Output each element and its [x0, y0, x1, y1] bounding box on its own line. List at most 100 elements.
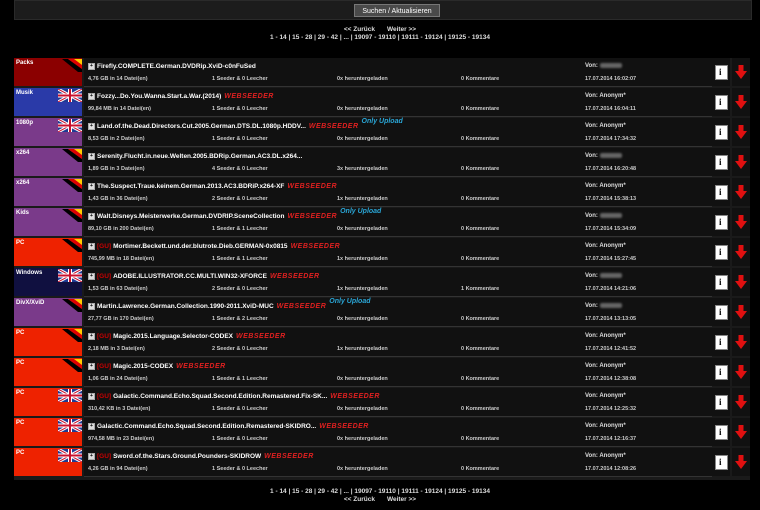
next-link[interactable]: Weiter >> — [387, 496, 416, 503]
comment-count[interactable]: 0 Kommentare — [461, 436, 499, 442]
category-icon[interactable]: Musik — [14, 87, 83, 116]
info-icon[interactable] — [715, 275, 728, 290]
expand-icon[interactable]: + — [88, 153, 95, 160]
info-icon[interactable] — [715, 155, 728, 170]
category-icon[interactable]: DivX/XviD — [14, 298, 82, 326]
info-icon[interactable] — [715, 185, 728, 200]
page-link[interactable]: 19097 - 19110 — [354, 34, 396, 41]
page-link[interactable]: 1 - 14 — [270, 34, 287, 41]
download-arrow-icon[interactable] — [735, 185, 747, 199]
category-icon[interactable]: PC — [14, 328, 82, 356]
category-icon[interactable]: Packs — [14, 58, 82, 86]
torrent-title-link[interactable]: Sword.of.the.Stars.Ground.Pounders-SKIDR… — [113, 453, 261, 460]
download-arrow-icon[interactable] — [735, 155, 747, 169]
expand-icon[interactable]: + — [88, 183, 95, 190]
category-icon[interactable]: x264 — [14, 178, 82, 206]
download-arrow-icon[interactable] — [735, 95, 747, 109]
comment-count[interactable]: 1 Kommentare — [461, 286, 499, 292]
category-icon[interactable]: PC — [14, 417, 83, 446]
torrent-title-link[interactable]: Galactic.Command.Echo.Squad.Second.Editi… — [97, 423, 316, 430]
download-arrow-icon[interactable] — [735, 365, 747, 379]
comment-count[interactable]: 0 Kommentare — [461, 346, 499, 352]
category-icon[interactable]: PC — [14, 447, 83, 476]
category-icon[interactable]: 1080p — [14, 117, 83, 146]
page-link[interactable]: 29 - 42 — [318, 488, 338, 495]
comment-count[interactable]: 0 Kommentare — [461, 316, 499, 322]
comment-count[interactable]: 0 Kommentare — [461, 226, 499, 232]
comment-count[interactable]: 0 Kommentare — [461, 76, 499, 82]
expand-icon[interactable]: + — [88, 363, 95, 370]
expand-icon[interactable]: + — [88, 333, 95, 340]
torrent-title-link[interactable]: Galactic.Command.Echo.Squad.Second.Editi… — [113, 393, 327, 400]
category-icon[interactable]: Windows — [14, 267, 83, 296]
torrent-title-link[interactable]: Serenity.Flucht.in.neue.Welten.2005.BDRi… — [97, 153, 302, 160]
page-link[interactable]: 19125 - 19134 — [448, 488, 490, 495]
page-link[interactable]: 19111 - 19124 — [401, 488, 442, 495]
page-link[interactable]: 29 - 42 — [318, 34, 338, 41]
download-arrow-icon[interactable] — [735, 245, 747, 259]
info-icon[interactable] — [715, 365, 728, 380]
search-refresh-button[interactable]: Suchen / Aktualisieren — [354, 4, 440, 17]
torrent-title-link[interactable]: ADOBE.ILLUSTRATOR.CC.MULTI.WIN32-XFORCE — [113, 273, 267, 280]
category-icon[interactable]: x264 — [14, 148, 82, 176]
download-arrow-icon[interactable] — [735, 65, 747, 79]
info-icon[interactable] — [715, 455, 728, 470]
expand-icon[interactable]: + — [88, 273, 95, 280]
page-link[interactable]: 15 - 28 — [292, 488, 312, 495]
download-arrow-icon[interactable] — [735, 455, 747, 469]
prev-link[interactable]: << Zurück — [344, 26, 375, 33]
torrent-title-link[interactable]: Magic.2015-CODEX — [113, 363, 173, 370]
info-icon[interactable] — [715, 305, 728, 320]
prev-link[interactable]: << Zurück — [344, 496, 375, 503]
info-icon[interactable] — [715, 215, 728, 230]
expand-icon[interactable]: + — [88, 123, 95, 130]
expand-icon[interactable]: + — [88, 213, 95, 220]
info-icon[interactable] — [715, 335, 728, 350]
info-icon[interactable] — [715, 395, 728, 410]
info-icon[interactable] — [715, 125, 728, 140]
next-link[interactable]: Weiter >> — [387, 26, 416, 33]
category-icon[interactable]: PC — [14, 358, 82, 386]
comment-count[interactable]: 0 Kommentare — [461, 196, 499, 202]
expand-icon[interactable]: + — [88, 393, 95, 400]
torrent-title-link[interactable]: Firefly.COMPLETE.German.DVDRip.XviD-c0nF… — [97, 63, 256, 70]
page-link[interactable]: 15 - 28 — [292, 34, 312, 41]
expand-icon[interactable]: + — [88, 243, 95, 250]
comment-count[interactable]: 0 Kommentare — [461, 106, 499, 112]
comment-count[interactable]: 0 Kommentare — [461, 166, 499, 172]
comment-count[interactable]: 0 Kommentare — [461, 376, 499, 382]
category-icon[interactable]: PC — [14, 238, 82, 266]
torrent-title-link[interactable]: Land.of.the.Dead.Directors.Cut.2005.Germ… — [97, 123, 306, 130]
comment-count[interactable]: 0 Kommentare — [461, 466, 499, 472]
comment-count[interactable]: 0 Kommentare — [461, 256, 499, 262]
torrent-title-link[interactable]: The.Suspect.Traue.keinem.German.2013.AC3… — [97, 183, 284, 190]
category-icon[interactable]: Kids — [14, 208, 82, 236]
expand-icon[interactable]: + — [88, 93, 95, 100]
expand-icon[interactable]: + — [88, 453, 95, 460]
download-arrow-icon[interactable] — [735, 305, 747, 319]
page-link[interactable]: 19111 - 19124 — [401, 34, 442, 41]
comment-count[interactable]: 0 Kommentare — [461, 136, 499, 142]
download-arrow-icon[interactable] — [735, 395, 747, 409]
info-icon[interactable] — [715, 245, 728, 260]
info-icon[interactable] — [715, 425, 728, 440]
info-icon[interactable] — [715, 95, 728, 110]
page-link[interactable]: 1 - 14 — [270, 488, 287, 495]
download-arrow-icon[interactable] — [735, 335, 747, 349]
expand-icon[interactable]: + — [88, 423, 95, 430]
download-arrow-icon[interactable] — [735, 125, 747, 139]
category-icon[interactable]: PC — [14, 387, 83, 416]
torrent-title-link[interactable]: Martin.Lawrence.German.Collection.1990-2… — [97, 303, 274, 310]
download-arrow-icon[interactable] — [735, 425, 747, 439]
page-link[interactable]: 19097 - 19110 — [354, 488, 396, 495]
download-arrow-icon[interactable] — [735, 275, 747, 289]
info-icon[interactable] — [715, 65, 728, 80]
comment-count[interactable]: 0 Kommentare — [461, 406, 499, 412]
expand-icon[interactable]: + — [88, 303, 95, 310]
torrent-title-link[interactable]: Magic.2015.Language.Selector-CODEX — [113, 333, 233, 340]
expand-icon[interactable]: + — [88, 63, 95, 70]
download-arrow-icon[interactable] — [735, 215, 747, 229]
page-link[interactable]: 19125 - 19134 — [448, 34, 490, 41]
torrent-title-link[interactable]: Fozzy...Do.You.Wanna.Start.a.War.(2014) — [97, 93, 221, 100]
torrent-title-link[interactable]: Mortimer.Beckett.und.der.blutrote.Dieb.G… — [113, 243, 287, 250]
